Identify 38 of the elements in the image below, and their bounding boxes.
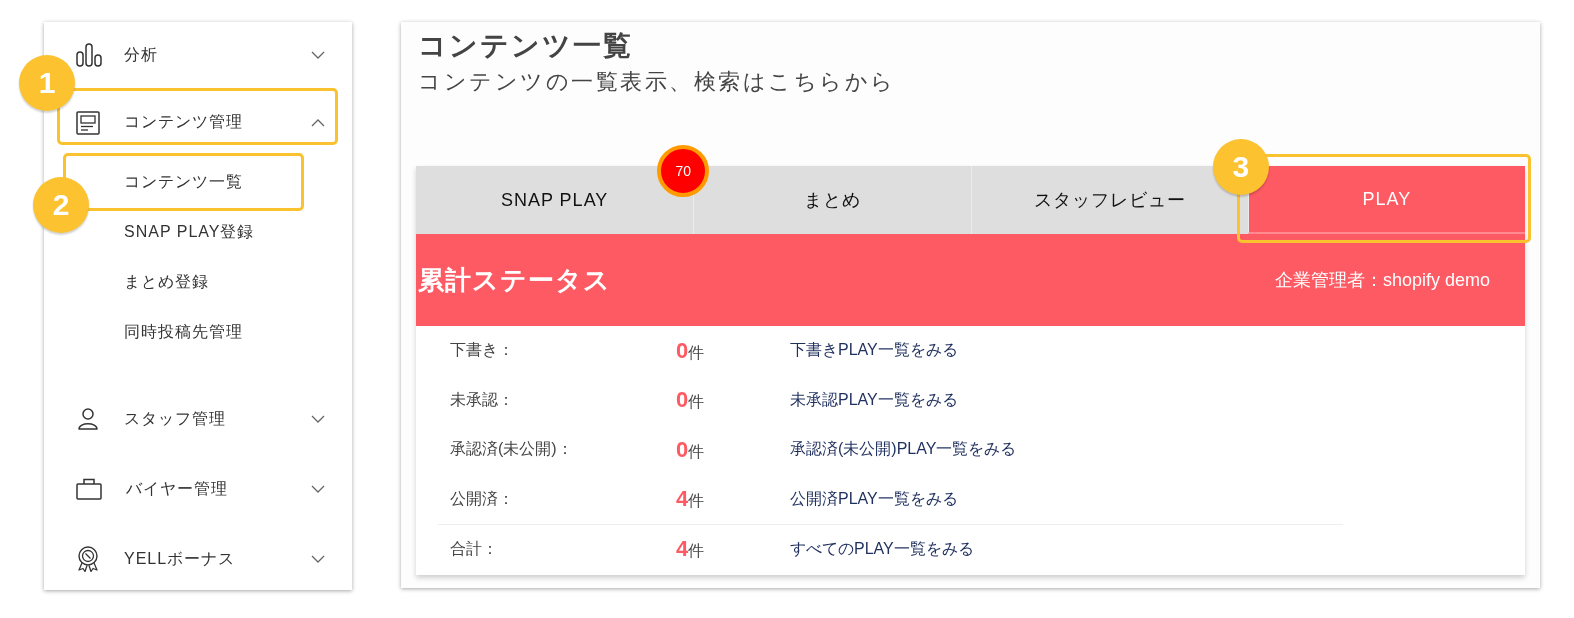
sidebar-subitem[interactable]: コンテンツ一覧: [124, 162, 300, 202]
item-count: 4件: [676, 486, 706, 513]
count-badge: 70: [657, 145, 710, 197]
sidebar-subitem[interactable]: 同時投稿先管理: [124, 312, 300, 352]
sidebar-item[interactable]: バイヤー管理: [76, 464, 330, 514]
status-title: 累計ステータス: [418, 263, 611, 297]
status-label: 下書き：: [450, 340, 515, 361]
bar-chart-icon: [76, 43, 102, 67]
status-label: 未承認：: [450, 389, 515, 410]
item-count: 4件: [676, 536, 706, 563]
step-number-marker: 2: [33, 177, 89, 233]
status-label: 合計：: [450, 538, 499, 559]
medal-icon: [76, 546, 100, 572]
page-subtitle: コンテンツの一覧表示、検索はこちらから: [417, 68, 897, 96]
sidebar-subitem[interactable]: まとめ登録: [124, 262, 300, 302]
status-list-link[interactable]: 承認済(未公開)PLAY一覧をみる: [790, 439, 1017, 461]
sidebar-item[interactable]: 分析: [76, 30, 330, 80]
status-list-link[interactable]: 下書きPLAY一覧をみる: [790, 340, 958, 362]
briefcase-icon: [76, 478, 102, 500]
person-icon: [76, 408, 100, 430]
item-count: 0件: [676, 436, 706, 463]
status-list-link[interactable]: 公開済PLAY一覧をみる: [790, 488, 958, 510]
page-title: コンテンツ一覧: [417, 30, 634, 62]
item-count: 0件: [676, 337, 706, 364]
sidebar-item[interactable]: YELLボーナス: [76, 534, 330, 584]
sidebar-item[interactable]: コンテンツ管理: [76, 92, 330, 141]
sidebar-item[interactable]: スタッフ管理: [76, 394, 330, 444]
status-list-link[interactable]: すべてのPLAY一覧をみる: [790, 538, 974, 560]
item-count: 0件: [676, 387, 706, 414]
status-label: 承認済(未公開)：: [450, 439, 574, 460]
sidebar-subitem[interactable]: SNAP PLAY登録: [124, 212, 300, 252]
step-number-marker: 1: [19, 55, 75, 111]
tab[interactable]: まとめ: [693, 166, 971, 234]
status-label: 公開済：: [450, 488, 515, 509]
step-number-marker: 3: [1212, 139, 1269, 195]
document-icon: [76, 110, 100, 135]
status-list-link[interactable]: 未承認PLAY一覧をみる: [790, 389, 958, 411]
admin-label: 企業管理者：shopify demo: [1274, 269, 1490, 292]
